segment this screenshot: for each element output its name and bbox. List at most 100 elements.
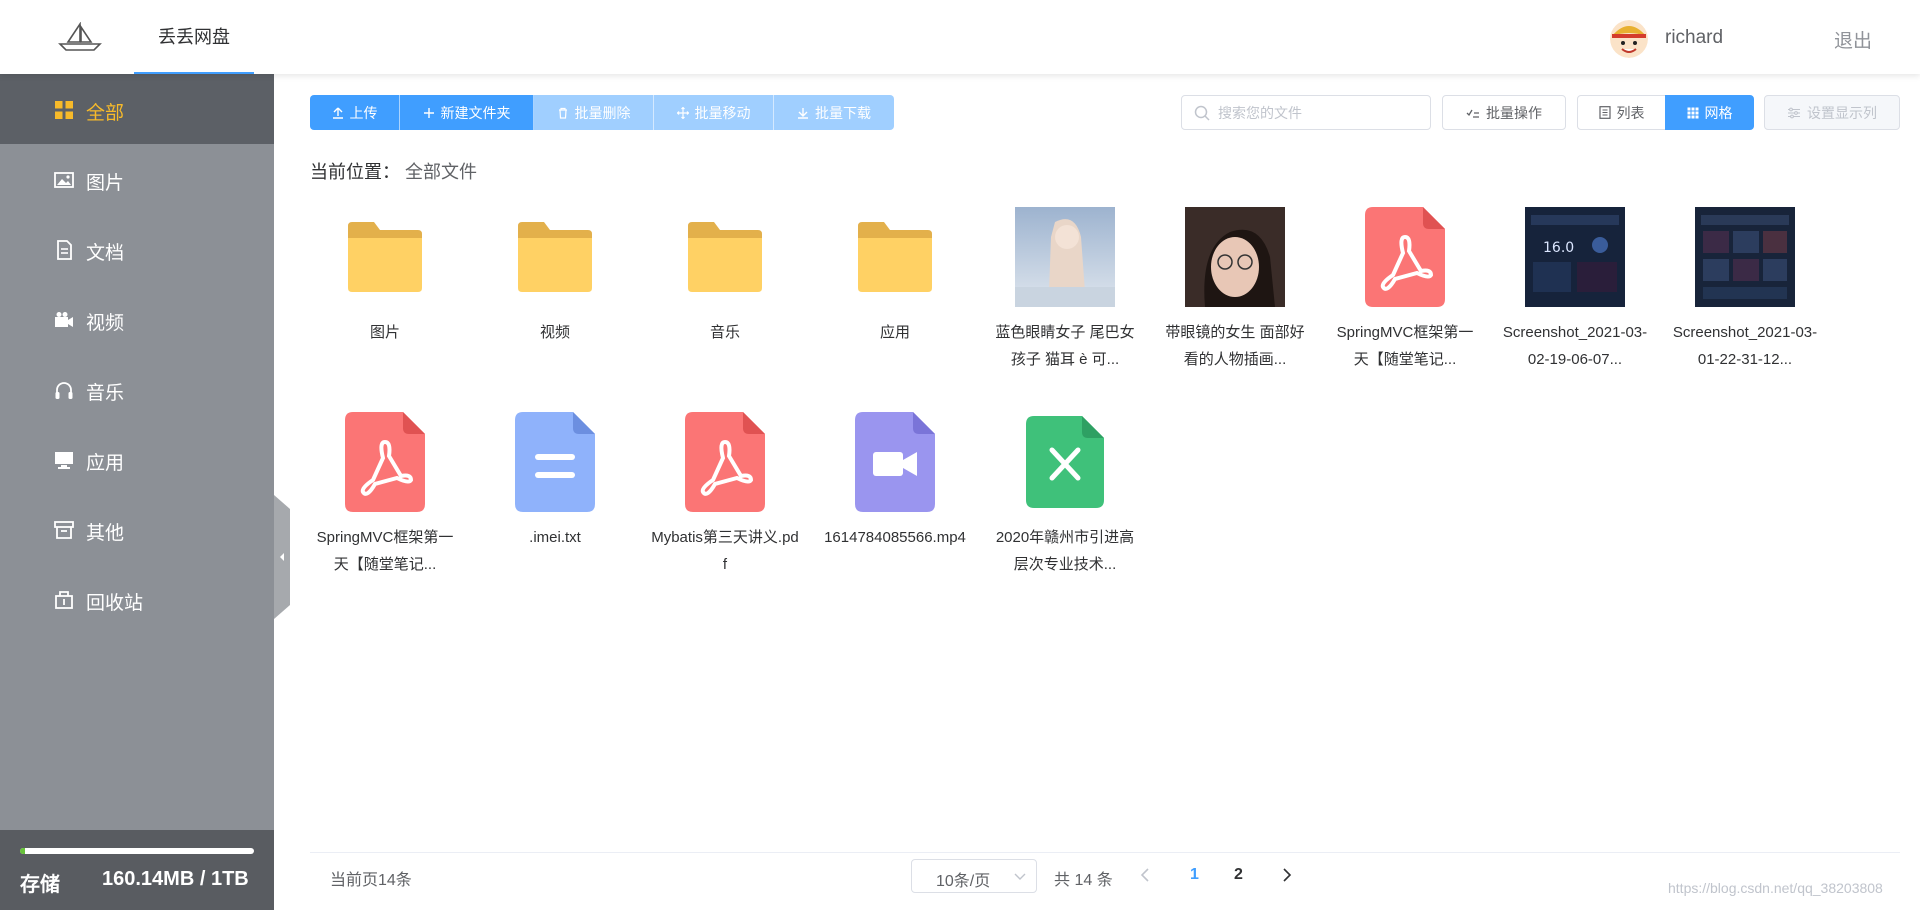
file-tile[interactable]: 带眼镜的女生 面部好看的人物插画... <box>1160 207 1310 387</box>
text-file-icon <box>515 412 595 512</box>
file-tile[interactable]: 音乐 <box>650 207 800 387</box>
file-thumbnail <box>675 207 775 307</box>
headphones-icon <box>55 382 73 399</box>
top-header: 丢丢网盘 richard 退出 <box>0 0 1920 74</box>
pdf-file-icon <box>685 412 765 512</box>
page-number-2[interactable]: 2 <box>1234 866 1243 884</box>
archive-box-icon <box>54 521 74 539</box>
next-page-chevron-right-icon[interactable] <box>1282 868 1292 882</box>
file-tile[interactable]: 应用 <box>820 207 970 387</box>
search-icon <box>1194 105 1210 121</box>
sidebar-item-label: 回收站 <box>86 593 144 614</box>
file-name: SpringMVC框架第一天【随堂笔记... <box>1336 324 1474 368</box>
file-tile[interactable]: 图片 <box>310 207 460 387</box>
image-icon <box>54 172 74 188</box>
folder-icon <box>518 222 592 292</box>
file-name: 应用 <box>879 324 910 341</box>
avatar[interactable] <box>1610 20 1648 58</box>
grid-view-button[interactable]: 网格 <box>1665 95 1754 130</box>
checklist-icon <box>1466 109 1479 118</box>
file-tile[interactable]: SpringMVC框架第一天【随堂笔记... <box>310 412 460 592</box>
sidebar-item-music[interactable]: 音乐 <box>0 354 274 424</box>
file-tile[interactable]: 蓝色眼睛女子 尾巴女孩子 猫耳 è 可... <box>990 207 1140 387</box>
batch-operations-label: 批量操作 <box>1486 104 1542 121</box>
sidebar-item-label: 图片 <box>86 173 125 194</box>
file-tile[interactable]: 1614784085566.mp4 <box>820 412 970 592</box>
list-view-button[interactable]: 列表 <box>1577 95 1666 130</box>
breadcrumb: 当前位置： 全部文件 <box>310 158 477 184</box>
image-thumbnail-girl-glasses <box>1185 207 1285 307</box>
sidebar-item-images[interactable]: 图片 <box>0 144 274 214</box>
file-name: 1614784085566.mp4 <box>824 529 966 546</box>
file-thumbnail <box>505 207 605 307</box>
page-size-select[interactable]: 10条/页 <box>911 859 1037 893</box>
batch-download-button[interactable]: 批量下载 <box>774 95 894 130</box>
search-input[interactable] <box>1218 103 1418 123</box>
file-thumbnail <box>845 412 945 512</box>
file-tile[interactable]: 16.0 Screenshot_2021-03-02-19-06-07... <box>1500 207 1650 387</box>
file-name: Screenshot_2021-03-02-19-06-07... <box>1502 324 1648 368</box>
file-thumbnail <box>505 412 605 512</box>
prev-page-chevron-left-icon[interactable] <box>1140 868 1150 882</box>
file-tile[interactable]: 视频 <box>480 207 630 387</box>
search-box <box>1181 95 1431 130</box>
image-thumbnail-screenshot: 16.0 <box>1525 207 1625 307</box>
storage-panel: 存储 160.14MB / 1TB <box>0 830 274 910</box>
sidebar-item-recycle-bin[interactable]: 回收站 <box>0 564 274 634</box>
batch-operations-button[interactable]: 批量操作 <box>1442 95 1566 130</box>
batch-move-button[interactable]: 批量移动 <box>654 95 774 130</box>
file-thumbnail <box>1185 207 1285 307</box>
sidebar-collapse-handle[interactable] <box>274 495 290 619</box>
storage-progress-bar <box>20 848 254 854</box>
pdf-file-icon <box>345 412 425 512</box>
file-tile[interactable]: 2020年赣州市引进高层次专业技术... <box>990 412 1140 592</box>
file-tile[interactable]: Screenshot_2021-03-01-22-31-12... <box>1670 207 1820 387</box>
video-file-icon <box>855 412 935 512</box>
excel-file-icon <box>1026 416 1104 508</box>
sidebar-item-label: 全部 <box>86 103 125 124</box>
user-name[interactable]: richard <box>1665 27 1723 49</box>
new-folder-button[interactable]: 新建文件夹 <box>400 95 534 130</box>
logout-link[interactable]: 退出 <box>1834 26 1872 53</box>
file-name: 音乐 <box>709 324 740 341</box>
file-tile[interactable]: Mybatis第三天讲义.pdf <box>650 412 800 592</box>
batch-delete-button[interactable]: 批量删除 <box>534 95 654 130</box>
batch-delete-label: 批量删除 <box>574 104 631 121</box>
footer-divider <box>310 852 1900 853</box>
page-number-1[interactable]: 1 <box>1190 866 1199 884</box>
sidebar-item-videos[interactable]: 视频 <box>0 284 274 354</box>
trash-icon <box>558 107 567 119</box>
file-thumbnail <box>1015 207 1115 307</box>
sidebar-item-others[interactable]: 其他 <box>0 494 274 564</box>
breadcrumb-path[interactable]: 全部文件 <box>405 162 477 182</box>
folder-icon <box>348 222 422 292</box>
chevron-down-icon <box>1014 873 1026 880</box>
sidebar-item-label: 其他 <box>86 523 125 544</box>
display-columns-label: 设置显示列 <box>1807 104 1877 121</box>
sidebar-item-documents[interactable]: 文档 <box>0 214 274 284</box>
upload-label: 上传 <box>349 104 378 121</box>
upload-icon <box>332 107 343 119</box>
file-tile[interactable]: .imei.txt <box>480 412 630 592</box>
sailboat-logo-icon[interactable] <box>58 22 102 52</box>
monitor-icon <box>55 452 73 469</box>
grid-small-icon <box>1687 107 1698 118</box>
display-columns-button[interactable]: 设置显示列 <box>1764 95 1900 130</box>
image-thumbnail-screenshot <box>1695 207 1795 307</box>
upload-button[interactable]: 上传 <box>310 95 400 130</box>
file-name: 图片 <box>369 324 400 341</box>
file-thumbnail: 16.0 <box>1525 207 1625 307</box>
sidebar-item-all[interactable]: 全部 <box>0 74 274 144</box>
total-count: 共 14 条 <box>1054 872 1113 889</box>
user-avatar-icon <box>1610 20 1648 58</box>
file-name: 2020年赣州市引进高层次专业技术... <box>995 529 1135 573</box>
watermark-text: https://blog.csdn.net/qq_38203808 <box>1668 880 1883 896</box>
breadcrumb-label: 当前位置： <box>310 162 400 182</box>
storage-value: 160.14MB / 1TB <box>102 868 249 890</box>
storage-progress-fill <box>20 848 25 854</box>
brand-tab[interactable]: 丢丢网盘 <box>134 0 254 74</box>
download-icon <box>798 107 808 119</box>
file-thumbnail <box>845 207 945 307</box>
sidebar-item-apps[interactable]: 应用 <box>0 424 274 494</box>
file-tile[interactable]: SpringMVC框架第一天【随堂笔记... <box>1330 207 1480 387</box>
